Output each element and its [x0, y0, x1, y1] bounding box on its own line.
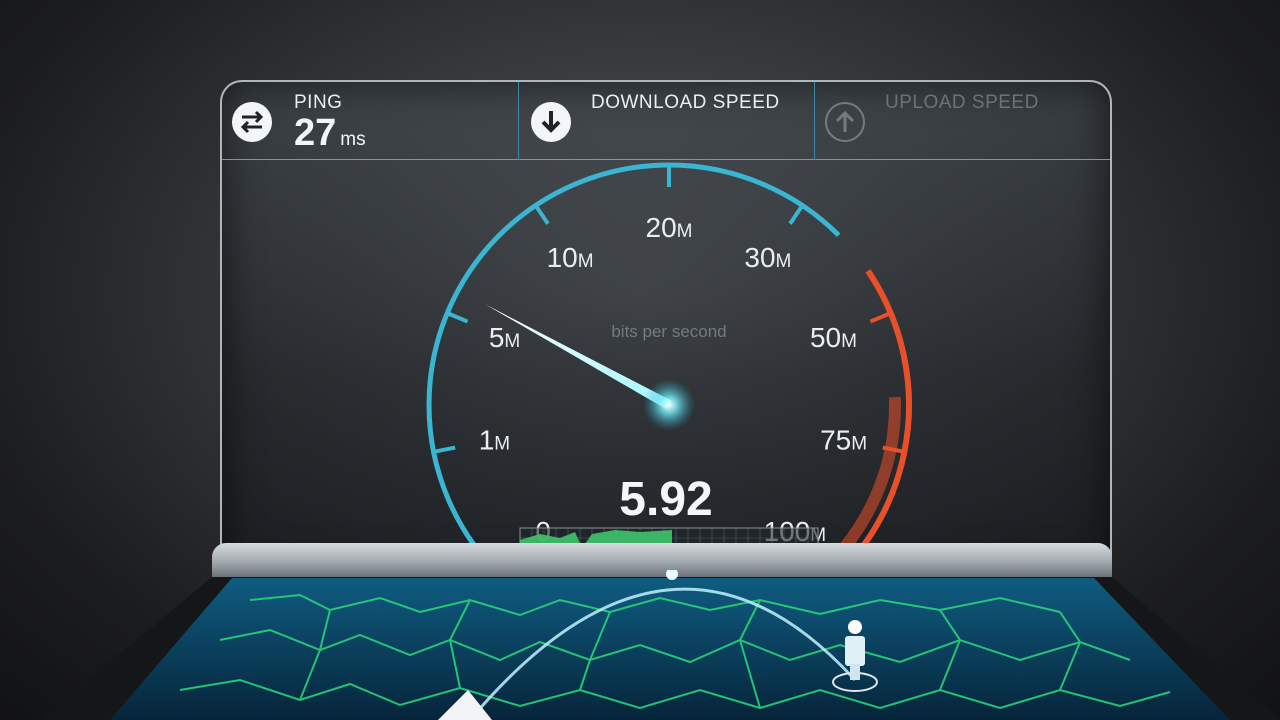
download-panel: DOWNLOAD SPEED [518, 82, 814, 160]
ping-unit: ms [340, 129, 366, 150]
results-header: PING 27 ms DOWNLOAD SPEED UPLOAD SPEED [222, 82, 1110, 160]
ping-panel: PING 27 ms [222, 82, 518, 160]
upload-label: UPLOAD SPEED [885, 92, 1039, 113]
swap-arrows-icon [232, 102, 272, 142]
server-map [40, 570, 1280, 720]
ping-value: 27 ms [294, 112, 366, 155]
ping-label: PING [294, 92, 343, 113]
ping-number: 27 [294, 112, 337, 154]
upload-arrow-icon [825, 102, 865, 142]
download-label: DOWNLOAD SPEED [591, 92, 780, 113]
download-arrow-icon [531, 102, 571, 142]
speedtest-screen: PING 27 ms DOWNLOAD SPEED UPLOAD SPEED [220, 80, 1112, 570]
upload-panel: UPLOAD SPEED [814, 82, 1110, 160]
